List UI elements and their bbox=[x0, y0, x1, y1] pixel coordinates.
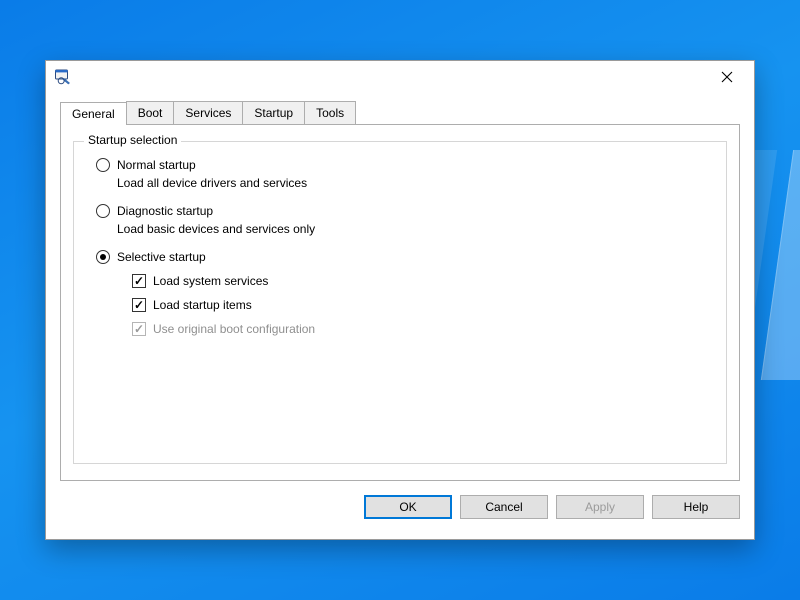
radio-normal-startup[interactable] bbox=[96, 158, 110, 172]
apply-button: Apply bbox=[556, 495, 644, 519]
tab-services[interactable]: Services bbox=[173, 101, 243, 124]
check-load-system-services-row: Load system services bbox=[132, 274, 712, 288]
option-diagnostic-startup: Diagnostic startup Load basic devices an… bbox=[94, 204, 712, 236]
option-desc: Load basic devices and services only bbox=[117, 222, 712, 236]
option-title: Diagnostic startup bbox=[117, 204, 213, 218]
check-load-startup-items-row: Load startup items bbox=[132, 298, 712, 312]
selective-sub-options: Load system services Load startup items … bbox=[132, 274, 712, 336]
option-desc: Load all device drivers and services bbox=[117, 176, 712, 190]
client-area: General Boot Services Startup Tools Star… bbox=[60, 99, 740, 525]
close-button[interactable] bbox=[704, 61, 750, 93]
group-legend: Startup selection bbox=[84, 133, 181, 147]
tab-general[interactable]: General bbox=[60, 102, 127, 125]
startup-selection-group: Startup selection Normal startup Load al… bbox=[73, 141, 727, 464]
checkbox-label: Use original boot configuration bbox=[153, 322, 315, 336]
tab-startup[interactable]: Startup bbox=[242, 101, 305, 124]
titlebar bbox=[46, 61, 754, 93]
checkbox-use-original-boot bbox=[132, 322, 146, 336]
dialog-button-row: OK Cancel Apply Help bbox=[364, 489, 740, 525]
tabstrip: General Boot Services Startup Tools bbox=[60, 99, 740, 124]
checkbox-load-startup-items[interactable] bbox=[132, 298, 146, 312]
option-title: Selective startup bbox=[117, 250, 206, 264]
checkbox-label: Load system services bbox=[153, 274, 268, 288]
cancel-button[interactable]: Cancel bbox=[460, 495, 548, 519]
app-icon bbox=[54, 68, 72, 86]
ok-button[interactable]: OK bbox=[364, 495, 452, 519]
option-selective-startup: Selective startup Load system services L… bbox=[94, 250, 712, 336]
checkbox-load-system-services[interactable] bbox=[132, 274, 146, 288]
close-icon bbox=[721, 71, 733, 83]
checkbox-label: Load startup items bbox=[153, 298, 252, 312]
option-normal-startup: Normal startup Load all device drivers a… bbox=[94, 158, 712, 190]
check-use-original-boot-row: Use original boot configuration bbox=[132, 322, 712, 336]
tabpanel-general: Startup selection Normal startup Load al… bbox=[60, 124, 740, 481]
tab-tools[interactable]: Tools bbox=[304, 101, 356, 124]
option-title: Normal startup bbox=[117, 158, 196, 172]
help-button[interactable]: Help bbox=[652, 495, 740, 519]
radio-selective-startup[interactable] bbox=[96, 250, 110, 264]
tab-boot[interactable]: Boot bbox=[126, 101, 175, 124]
radio-diagnostic-startup[interactable] bbox=[96, 204, 110, 218]
msconfig-window: General Boot Services Startup Tools Star… bbox=[45, 60, 755, 540]
